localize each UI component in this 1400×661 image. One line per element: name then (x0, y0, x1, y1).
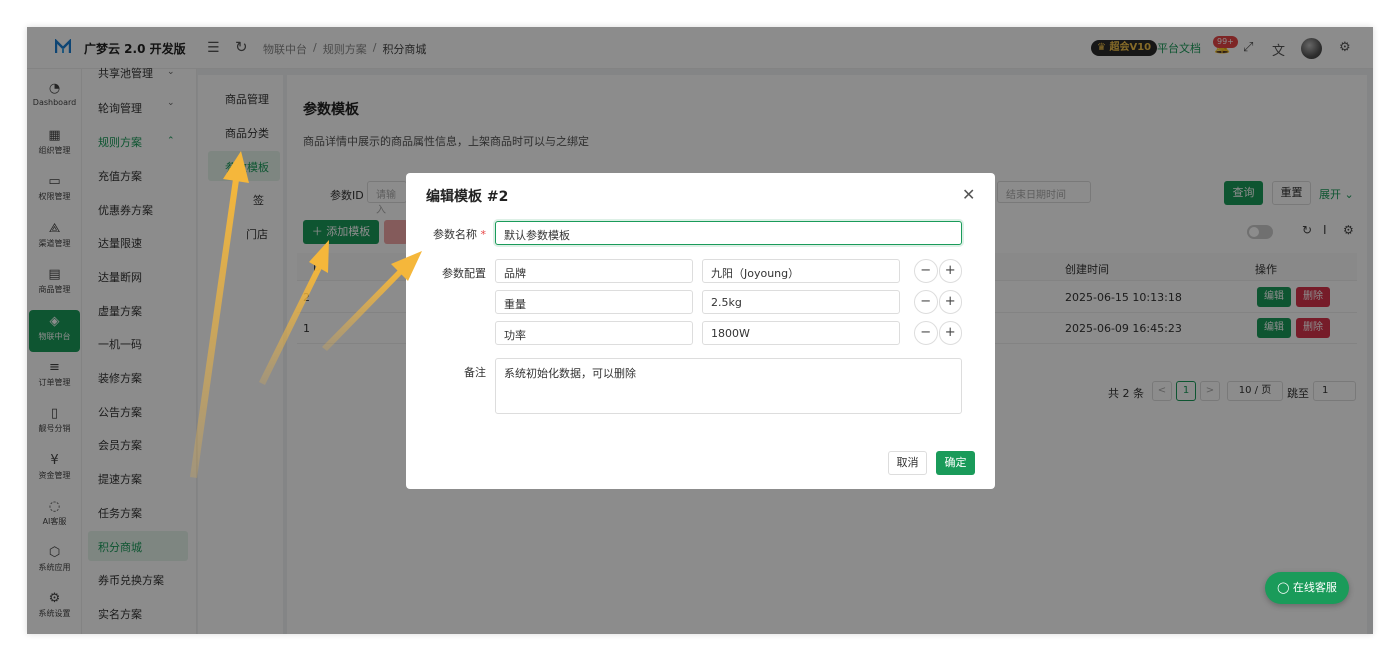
name-label: 参数名称 * (416, 226, 486, 242)
add-row-icon[interactable]: + (938, 259, 962, 283)
add-row-icon[interactable]: + (938, 290, 962, 314)
add-row-icon[interactable]: + (938, 321, 962, 345)
remove-row-icon[interactable]: − (914, 321, 938, 345)
param-value-input[interactable]: 九阳（Joyoung） (702, 259, 900, 283)
name-label-text: 参数名称 (433, 228, 477, 241)
param-row-controls: − + (914, 259, 963, 283)
modal-title: 编辑模板 #2 (426, 189, 509, 205)
online-service-button[interactable]: ◯ 在线客服 (1265, 572, 1349, 604)
template-name-input[interactable]: 默认参数模板 (495, 221, 962, 245)
chat-bubble-icon: ◯ (1277, 581, 1290, 594)
param-key-input[interactable]: 品牌 (495, 259, 693, 283)
config-label: 参数配置 (442, 267, 486, 280)
edit-template-modal: 编辑模板 #2 ✕ 参数名称 * 默认参数模板 参数配置 品牌 九阳（Joyou… (406, 173, 995, 489)
chat-label: 在线客服 (1292, 581, 1337, 594)
remark-textarea[interactable]: 系统初始化数据，可以删除 (495, 358, 962, 414)
cancel-button[interactable]: 取消 (888, 451, 927, 475)
remove-row-icon[interactable]: − (914, 259, 938, 283)
app-window: 广梦云 2.0 开发版 ☰ ↻ 物联中台 / 规则方案 / 积分商城 ♛ 超会V… (27, 27, 1373, 634)
required-asterisk: * (480, 228, 487, 241)
param-row-controls: − + (914, 290, 963, 314)
param-value-input[interactable]: 1800W (702, 321, 900, 345)
remove-row-icon[interactable]: − (914, 290, 938, 314)
close-icon[interactable]: ✕ (962, 185, 975, 204)
param-value-input[interactable]: 2.5kg (702, 290, 900, 314)
param-row-controls: − + (914, 321, 963, 345)
remark-label: 备注 (464, 366, 486, 379)
param-key-input[interactable]: 功率 (495, 321, 693, 345)
confirm-button[interactable]: 确定 (936, 451, 975, 475)
param-key-input[interactable]: 重量 (495, 290, 693, 314)
